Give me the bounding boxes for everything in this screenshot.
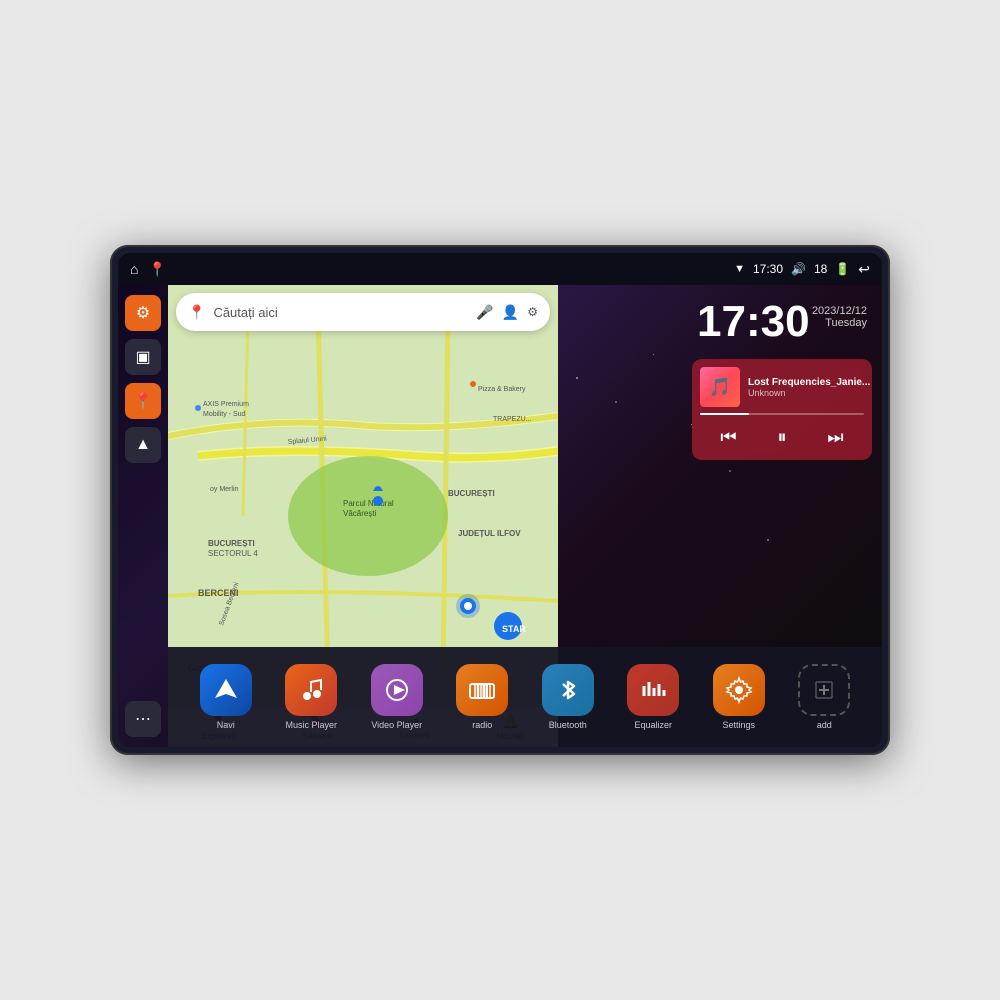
next-button[interactable]: ⏭ bbox=[819, 423, 851, 452]
add-icon bbox=[798, 664, 850, 716]
battery-level: 18 bbox=[814, 262, 827, 276]
app-equalizer[interactable]: Equalizer bbox=[627, 664, 679, 730]
status-right: ▼ 17:30 🔊 18 🔋 ↩ bbox=[734, 261, 870, 278]
music-artist: Unknown bbox=[748, 388, 870, 398]
profile-icon[interactable]: 👤 bbox=[502, 304, 519, 321]
svg-text:Pizza & Bakery: Pizza & Bakery bbox=[478, 386, 526, 393]
equalizer-icon bbox=[627, 664, 679, 716]
svg-text:AXIS Premium: AXIS Premium bbox=[203, 401, 249, 408]
battery-icon: 🔋 bbox=[835, 262, 850, 276]
music-text: Lost Frequencies_Janie... Unknown bbox=[748, 377, 870, 398]
album-art: 🎵 bbox=[700, 367, 740, 407]
main-content: ⚙ ▣ 📍 ▲ ⋯ 📍 Căutați aici 🎤 👤 ⚙ bbox=[118, 285, 882, 747]
radio-label: radio bbox=[472, 720, 492, 730]
wifi-icon: ▼ bbox=[734, 263, 745, 275]
video-player-icon bbox=[371, 664, 423, 716]
navi-icon bbox=[200, 664, 252, 716]
sidebar-maps-icon[interactable]: 📍 bbox=[125, 383, 161, 419]
clock-date: 2023/12/12 Tuesday bbox=[812, 305, 867, 329]
app-settings[interactable]: Settings bbox=[713, 664, 765, 730]
svg-text:Văcărești: Văcărești bbox=[343, 509, 377, 518]
back-icon[interactable]: ↩ bbox=[858, 261, 870, 278]
bluetooth-icon bbox=[542, 664, 594, 716]
sidebar-apps-icon[interactable]: ⋯ bbox=[125, 701, 161, 737]
pause-button[interactable]: ⏸ bbox=[769, 423, 794, 452]
svg-text:TRAPEZU...: TRAPEZU... bbox=[493, 416, 532, 423]
radio-icon bbox=[456, 664, 508, 716]
app-radio[interactable]: radio bbox=[456, 664, 508, 730]
sidebar-files-icon[interactable]: ▣ bbox=[125, 339, 161, 375]
navi-label: Navi bbox=[217, 720, 235, 730]
search-placeholder-text: Căutați aici bbox=[213, 305, 468, 320]
bluetooth-label: Bluetooth bbox=[549, 720, 587, 730]
svg-text:Parcul Natural: Parcul Natural bbox=[343, 499, 394, 508]
svg-text:oy Merlin: oy Merlin bbox=[210, 486, 239, 493]
app-video-player[interactable]: Video Player bbox=[371, 664, 423, 730]
video-player-label: Video Player bbox=[371, 720, 422, 730]
settings-label: Settings bbox=[722, 720, 755, 730]
home-icon[interactable]: ⌂ bbox=[130, 261, 138, 277]
svg-text:BUCUREȘTI: BUCUREȘTI bbox=[448, 489, 495, 498]
equalizer-label: Equalizer bbox=[634, 720, 672, 730]
maps-app-icon[interactable]: 📍 bbox=[148, 261, 165, 278]
svg-text:JUDEȚUL ILFOV: JUDEȚUL ILFOV bbox=[458, 529, 521, 538]
music-progress-bar[interactable] bbox=[700, 413, 864, 415]
music-player-icon bbox=[285, 664, 337, 716]
prev-button[interactable]: ⏮ bbox=[712, 423, 744, 452]
map-menu-icon[interactable]: ⚙ bbox=[527, 305, 538, 319]
music-player-label: Music Player bbox=[285, 720, 337, 730]
settings-icon bbox=[713, 664, 765, 716]
sidebar-settings-icon[interactable]: ⚙ bbox=[125, 295, 161, 331]
map-background[interactable]: Parcul Natural Văcărești BUCUREȘTI SECTO… bbox=[168, 285, 558, 707]
google-maps-icon: 📍 bbox=[188, 304, 205, 321]
app-dock: Navi Music Player bbox=[168, 647, 882, 747]
clock-time: 17:30 bbox=[697, 300, 810, 344]
app-add[interactable]: add bbox=[798, 664, 850, 730]
sidebar-navi-icon[interactable]: ▲ bbox=[125, 427, 161, 463]
app-music-player[interactable]: Music Player bbox=[285, 664, 337, 730]
music-title: Lost Frequencies_Janie... bbox=[748, 377, 870, 388]
map-search-bar[interactable]: 📍 Căutați aici 🎤 👤 ⚙ bbox=[176, 293, 550, 331]
svg-text:STAR: STAR bbox=[502, 624, 526, 634]
svg-text:BUCUREȘTI: BUCUREȘTI bbox=[208, 539, 255, 548]
clock-section: 17:30 2023/12/12 Tuesday bbox=[682, 285, 882, 354]
svg-text:Mobility - Sud: Mobility - Sud bbox=[203, 411, 246, 418]
add-label: add bbox=[817, 720, 832, 730]
music-widget[interactable]: 🎵 Lost Frequencies_Janie... Unknown ⏮ ⏸ bbox=[692, 359, 872, 460]
app-navi[interactable]: Navi bbox=[200, 664, 252, 730]
music-controls: ⏮ ⏸ ⏭ bbox=[700, 423, 864, 452]
left-sidebar: ⚙ ▣ 📍 ▲ ⋯ bbox=[118, 285, 168, 747]
car-head-unit: ⌂ 📍 ▼ 17:30 🔊 18 🔋 ↩ bbox=[110, 245, 890, 755]
status-left: ⌂ 📍 bbox=[130, 261, 166, 278]
mic-icon[interactable]: 🎤 bbox=[476, 304, 493, 321]
status-time: 17:30 bbox=[753, 262, 783, 276]
music-info-row: 🎵 Lost Frequencies_Janie... Unknown bbox=[700, 367, 864, 407]
volume-icon: 🔊 bbox=[791, 262, 806, 276]
screen: ⌂ 📍 ▼ 17:30 🔊 18 🔋 ↩ bbox=[118, 253, 882, 747]
app-bluetooth[interactable]: Bluetooth bbox=[542, 664, 594, 730]
music-progress-fill bbox=[700, 413, 749, 415]
svg-text:SECTORUL 4: SECTORUL 4 bbox=[208, 549, 258, 558]
status-bar: ⌂ 📍 ▼ 17:30 🔊 18 🔋 ↩ bbox=[118, 253, 882, 285]
